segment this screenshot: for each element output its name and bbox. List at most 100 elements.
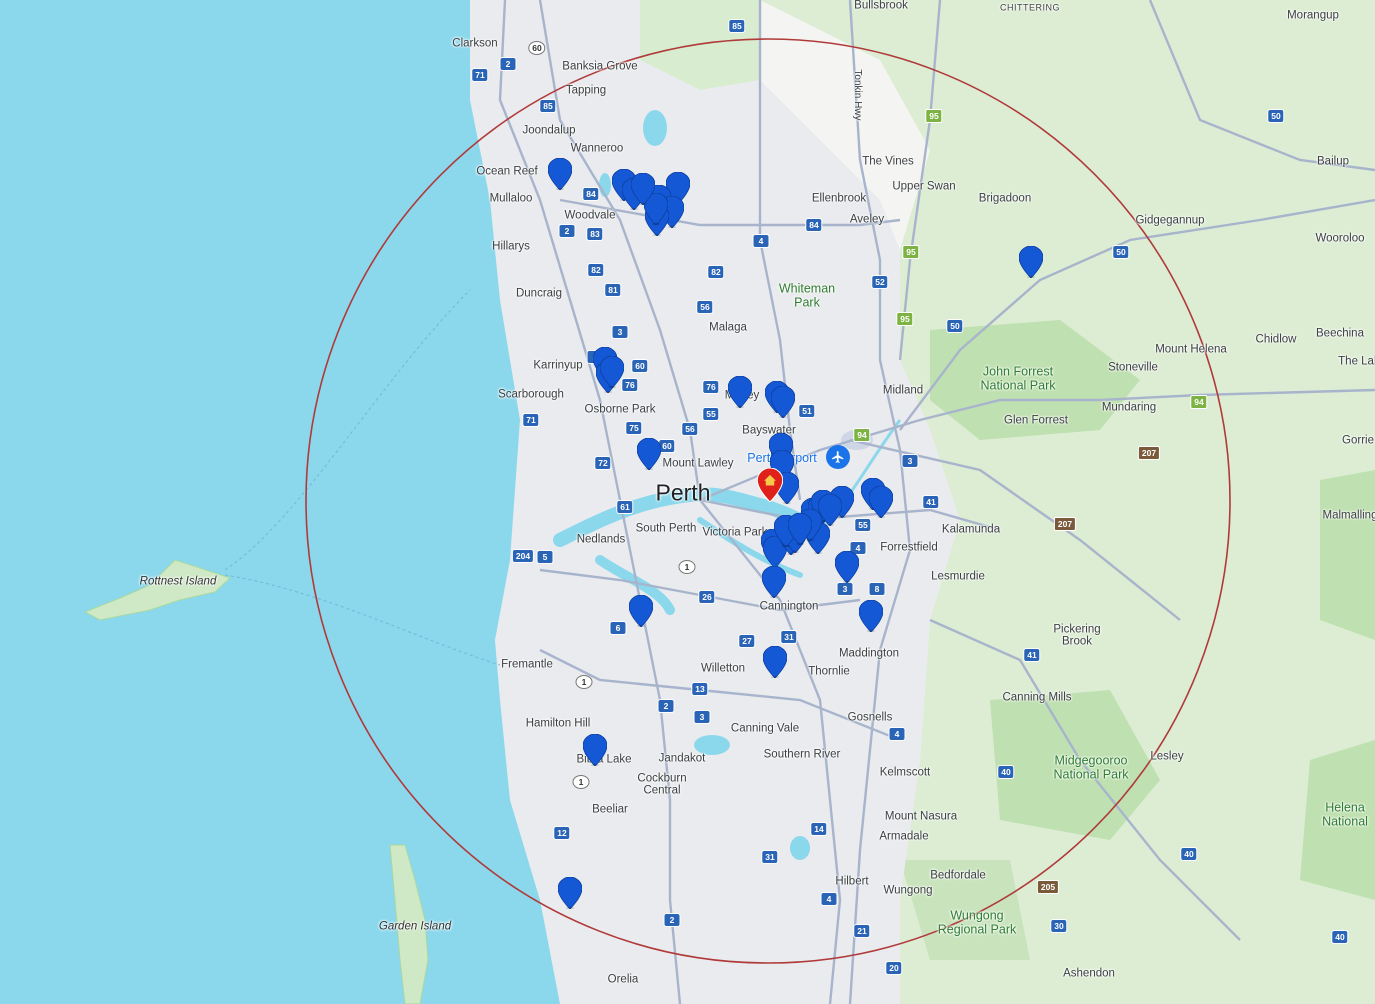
- place-label: The Vines: [862, 155, 914, 168]
- home-pin[interactable]: [756, 467, 784, 503]
- road-label: Tonkin Hwy: [852, 69, 863, 121]
- place-label: Bailup: [1317, 155, 1349, 168]
- place-label: Bedfordale: [930, 869, 986, 882]
- route-shield: 13: [691, 682, 709, 696]
- place-label: Scarborough: [498, 388, 564, 401]
- route-shield: 14: [810, 822, 828, 836]
- park-label: Helena National: [1322, 800, 1368, 828]
- location-pin[interactable]: [770, 385, 796, 419]
- place-label: Gorrie: [1342, 434, 1374, 447]
- route-shield: 85: [728, 19, 746, 33]
- place-label: Thornlie: [808, 665, 850, 678]
- airport-icon[interactable]: [826, 445, 850, 469]
- route-shield: 31: [780, 630, 798, 644]
- route-shield: 82: [707, 265, 725, 279]
- place-label: Kelmscott: [879, 766, 931, 779]
- place-label: Hillarys: [492, 240, 530, 253]
- park-label: Midgegooroo National Park: [1053, 753, 1129, 781]
- route-shield: 94: [1190, 395, 1208, 409]
- route-shield: 61: [616, 500, 634, 514]
- route-shield: 40: [1180, 847, 1198, 861]
- place-label: Wanneroo: [570, 142, 624, 155]
- place-label: Gidgegannup: [1135, 214, 1205, 227]
- place-label: Ocean Reef: [476, 165, 538, 178]
- route-shield: 82: [587, 263, 605, 277]
- place-label: Banksia Grove: [562, 60, 638, 73]
- route-shield: 55: [702, 407, 720, 421]
- route-shield: 50: [1267, 109, 1285, 123]
- place-label: Morangup: [1287, 9, 1339, 22]
- place-label: Mullaloo: [489, 192, 533, 205]
- place-label: Ashendon: [1063, 967, 1115, 980]
- place-label: Stoneville: [1108, 361, 1158, 374]
- route-shield: 56: [681, 422, 699, 436]
- route-shield: 6: [609, 621, 627, 635]
- route-shield: 27: [738, 634, 756, 648]
- route-shield: 1: [572, 775, 590, 789]
- location-pin[interactable]: [858, 599, 884, 633]
- route-shield: 50: [946, 319, 964, 333]
- location-pin[interactable]: [761, 565, 787, 599]
- island-label-rottnest: Rottnest Island: [139, 575, 217, 588]
- route-shield: 207: [1053, 517, 1077, 531]
- place-label: Mount Helena: [1155, 343, 1227, 356]
- place-label: Canning Mills: [1002, 691, 1072, 704]
- park-label: John Forrest National Park: [980, 364, 1056, 392]
- place-label: Duncraig: [515, 287, 563, 300]
- place-label: The Lakes: [1338, 355, 1375, 368]
- route-shield: 31: [761, 850, 779, 864]
- place-label: Aveley: [849, 213, 885, 226]
- route-shield: 2: [558, 224, 576, 238]
- location-pin[interactable]: [547, 157, 573, 191]
- route-shield: 75: [625, 421, 643, 435]
- location-pin[interactable]: [868, 485, 894, 519]
- route-shield: 2: [663, 913, 681, 927]
- location-pin[interactable]: [834, 550, 860, 584]
- place-label: Fremantle: [501, 658, 553, 671]
- route-shield: 72: [594, 456, 612, 470]
- place-label: Mundaring: [1101, 401, 1157, 414]
- route-shield: 4: [752, 234, 770, 248]
- place-label: Brigadoon: [978, 192, 1032, 205]
- place-label: Beeliar: [592, 803, 628, 816]
- route-shield: 2: [499, 57, 517, 71]
- route-shield: 20: [885, 961, 903, 975]
- route-shield: 71: [471, 68, 489, 82]
- location-pin[interactable]: [628, 594, 654, 628]
- place-label: Joondalup: [522, 124, 576, 137]
- route-shield: 4: [820, 892, 838, 906]
- place-label: Upper Swan: [892, 180, 956, 193]
- route-shield: 50: [1112, 245, 1130, 259]
- route-shield: 52: [871, 275, 889, 289]
- location-pin[interactable]: [762, 645, 788, 679]
- location-pin[interactable]: [599, 355, 625, 389]
- place-label: Forrestfield: [880, 541, 938, 554]
- route-shield: 95: [925, 109, 943, 123]
- route-shield: 85: [539, 99, 557, 113]
- location-pin[interactable]: [727, 375, 753, 409]
- location-pin[interactable]: [630, 172, 656, 206]
- place-label: Woodvale: [564, 209, 616, 222]
- location-pin[interactable]: [582, 733, 608, 767]
- route-shield: 83: [586, 227, 604, 241]
- place-label: Malaga: [709, 321, 747, 334]
- place-label: Glen Forrest: [1004, 414, 1068, 427]
- place-label: Pickering Brook: [1053, 623, 1101, 647]
- route-shield: 4: [888, 727, 906, 741]
- location-pin[interactable]: [1018, 245, 1044, 279]
- location-pin[interactable]: [557, 876, 583, 910]
- route-shield: 2: [657, 699, 675, 713]
- place-label: Wooroloo: [1315, 232, 1365, 245]
- place-label: Maddington: [838, 647, 900, 660]
- place-label: Osborne Park: [584, 403, 656, 416]
- place-label: Bullsbrook: [854, 0, 908, 12]
- route-shield: 204: [511, 549, 535, 563]
- location-pin[interactable]: [636, 437, 662, 471]
- place-label: Tapping: [565, 84, 607, 97]
- route-shield: 95: [896, 312, 914, 326]
- place-label: CHITTERING: [1000, 2, 1060, 13]
- place-label: Jandakot: [658, 752, 706, 765]
- route-shield: 5: [536, 550, 554, 564]
- route-shield: 3: [611, 325, 629, 339]
- location-pin[interactable]: [787, 512, 813, 546]
